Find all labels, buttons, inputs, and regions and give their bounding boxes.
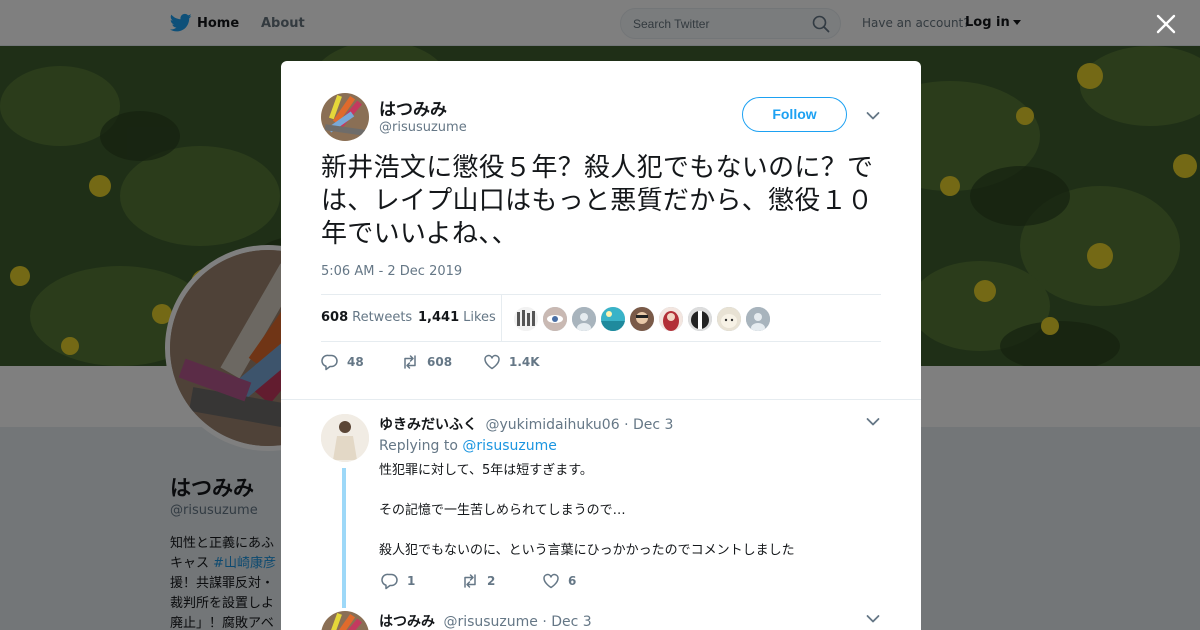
tweet-text: 新井浩文に懲役５年？殺人犯でもないのに？では、レイプ山口はもっと悪質だから、懲役… <box>321 153 874 249</box>
retweet-button[interactable]: 2 <box>461 571 495 591</box>
tweet-actions: 48 608 1.4K <box>321 352 621 372</box>
section-divider <box>281 390 921 400</box>
tweet-modal: はつみみ @risusuzume Follow 新井浩文に懲役５年？殺人犯でもな… <box>281 61 921 630</box>
liker-avatar[interactable] <box>572 307 596 331</box>
reply-actions: 1 2 6 <box>379 571 679 591</box>
retweet-icon <box>404 355 416 369</box>
reply-button[interactable]: 1 <box>381 571 415 591</box>
liker-avatar-image <box>601 307 625 331</box>
liker-avatar[interactable] <box>717 307 741 331</box>
reply-paragraph: その記憶で一生苦しめられてしまうので… <box>379 503 626 518</box>
chalk-avatar-image <box>321 611 369 630</box>
chevron-down-icon[interactable] <box>866 111 880 121</box>
heart-icon <box>484 354 500 370</box>
author-name[interactable]: はつみみ <box>379 95 447 120</box>
reply-avatar-image <box>321 414 369 462</box>
default-avatar-image <box>572 307 596 331</box>
liker-avatar-image <box>659 307 683 331</box>
liker-avatar[interactable] <box>514 307 538 331</box>
liker-avatar[interactable] <box>630 307 654 331</box>
reply-author-handle[interactable]: @risusuzume <box>443 614 537 630</box>
liker-avatar-image <box>514 307 538 331</box>
replying-to-link[interactable]: @risusuzume <box>462 438 556 454</box>
replying-to-prefix: Replying to <box>379 438 458 454</box>
reply-icon <box>321 354 338 371</box>
close-icon[interactable] <box>1155 13 1177 35</box>
replying-to-line: Replying to @risusuzume <box>379 438 557 454</box>
liker-avatar[interactable] <box>543 307 567 331</box>
default-avatar-image <box>746 307 770 331</box>
liker-avatar-image <box>630 307 654 331</box>
reply-text: 性犯罪に対して、5年は短すぎます。 その記憶で一生苦しめられてしまうので… 殺人… <box>379 461 879 581</box>
liker-avatar[interactable] <box>746 307 770 331</box>
retweet-count: 608 <box>427 355 453 369</box>
liker-avatar[interactable] <box>601 307 625 331</box>
author-handle[interactable]: @risusuzume <box>379 120 467 135</box>
reply-button[interactable]: 48 <box>321 352 364 372</box>
retweets-label: Retweets <box>352 310 413 325</box>
author-avatar[interactable] <box>321 93 369 141</box>
reply-icon <box>381 573 398 590</box>
reply-author-avatar[interactable] <box>321 414 369 462</box>
like-count: 6 <box>568 574 577 588</box>
reply-header: はつみみ @risusuzume · Dec 3 <box>379 611 592 630</box>
reply-header: ゆきみだいふく @yukimidaihuku06 · Dec 3 <box>379 414 673 434</box>
likes-stat[interactable]: 1,441 Likes <box>418 310 496 325</box>
retweet-count: 2 <box>487 574 496 588</box>
like-button[interactable]: 1.4K <box>483 352 540 372</box>
retweet-button[interactable]: 608 <box>401 352 452 372</box>
liker-avatar-image <box>543 307 567 331</box>
follow-button[interactable]: Follow <box>742 97 847 132</box>
chalk-avatar-image <box>321 93 369 141</box>
reply-count: 48 <box>347 355 364 369</box>
reply-paragraph: 性犯罪に対して、5年は短すぎます。 <box>379 463 593 478</box>
thread-connector-line <box>342 468 346 608</box>
like-button[interactable]: 6 <box>542 571 576 591</box>
heart-icon <box>543 573 559 589</box>
reply-author-name[interactable]: はつみみ <box>379 614 435 630</box>
like-count: 1.4K <box>509 355 540 369</box>
liker-avatar[interactable] <box>659 307 683 331</box>
tweet-stats: 608 Retweets 1,441 Likes <box>321 294 881 342</box>
reply-author-avatar[interactable] <box>321 611 369 630</box>
reply-author-name[interactable]: ゆきみだいふく <box>379 417 477 433</box>
chevron-down-icon[interactable] <box>866 614 880 624</box>
liker-avatar[interactable] <box>688 307 712 331</box>
retweets-stat[interactable]: 608 Retweets <box>321 310 412 325</box>
stats-divider <box>501 295 502 341</box>
tweet-timestamp[interactable]: 5:06 AM - 2 Dec 2019 <box>321 264 462 279</box>
likes-count: 1,441 <box>418 310 460 325</box>
liker-avatar-image <box>717 307 741 331</box>
reply-count: 1 <box>407 574 416 588</box>
likes-label: Likes <box>463 310 496 325</box>
reply-paragraph: 殺人犯でもないのに、という言葉にひっかかったのでコメントしました <box>379 543 795 558</box>
chevron-down-icon[interactable] <box>866 417 880 427</box>
retweet-icon <box>464 574 476 588</box>
reply-date[interactable]: · Dec 3 <box>624 417 673 433</box>
retweets-count: 608 <box>321 310 349 325</box>
reply-date[interactable]: · Dec 3 <box>542 614 591 630</box>
liker-avatar-image <box>688 307 712 331</box>
reply-author-handle[interactable]: @yukimidaihuku06 <box>485 417 619 433</box>
